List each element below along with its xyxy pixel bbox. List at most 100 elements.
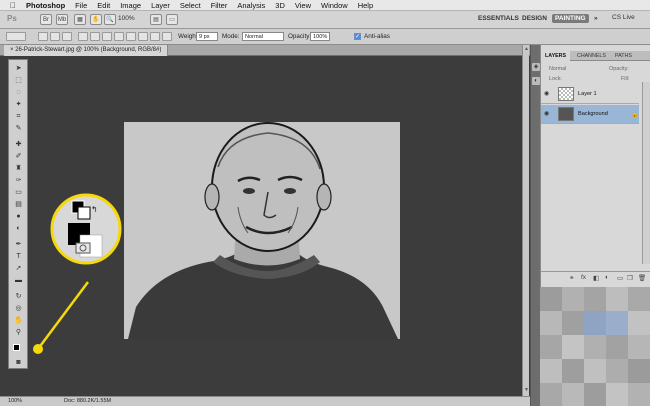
menu-select[interactable]: Select — [180, 1, 201, 10]
polygon-icon[interactable] — [138, 32, 148, 41]
layer-style-icon[interactable]: fx — [581, 274, 586, 281]
menu-window[interactable]: Window — [321, 1, 348, 10]
ellipse-icon[interactable] — [126, 32, 136, 41]
move-icon[interactable]: ➤ — [13, 64, 24, 73]
type-icon[interactable]: T — [13, 252, 24, 261]
opacity-label: Opacity: — [288, 33, 312, 40]
zoom-level-select[interactable]: 100% — [118, 15, 135, 22]
freeform-pen-icon[interactable] — [90, 32, 100, 41]
heal-icon[interactable]: ✚ — [13, 140, 24, 149]
cs-live-button[interactable]: CS Live — [612, 14, 635, 21]
lasso-icon[interactable]: ◌ — [13, 88, 24, 97]
3d-rotate-icon[interactable]: ↻ — [13, 292, 24, 301]
scroll-down-icon[interactable]: ▼ — [524, 388, 529, 393]
mini-background-swatch — [77, 206, 91, 220]
document-canvas-area[interactable]: ↰ — [28, 57, 522, 396]
menu-app-name[interactable]: Photoshop — [26, 1, 65, 10]
eye-icon[interactable]: ◉ — [544, 91, 552, 97]
scroll-up-icon[interactable]: ▲ — [524, 47, 529, 52]
marquee-icon[interactable]: ⬚ — [13, 76, 24, 85]
menu-file[interactable]: File — [75, 1, 87, 10]
menu-filter[interactable]: Filter — [211, 1, 228, 10]
brush-icon[interactable] — [6, 32, 26, 41]
layer-mask-icon[interactable]: ◧ — [593, 274, 599, 282]
fill-pixels-icon[interactable] — [62, 32, 72, 41]
menu-image[interactable]: Image — [120, 1, 141, 10]
blur-icon[interactable]: ● — [13, 212, 24, 221]
menu-edit[interactable]: Edit — [97, 1, 110, 10]
tab-channels[interactable]: CHANNELS — [573, 51, 610, 61]
eyedropper-icon[interactable]: ✎ — [13, 124, 24, 133]
layer-row[interactable]: ◉ Layer 1 — [541, 85, 639, 104]
document-tab[interactable]: × 26-Patrick-Stewart.jpg @ 100% (Backgro… — [4, 45, 169, 56]
panel-tabs: LAYERS CHANNELS PATHS — [541, 51, 650, 61]
rounded-rect-icon[interactable] — [114, 32, 124, 41]
blend-mode-select[interactable]: Normal — [549, 66, 566, 72]
status-zoom[interactable]: 100% — [8, 397, 22, 406]
application-bar: Ps Br Mb ▦ ✋ 🔍 100% ▤ ▭ ESSENTIALS DESIG… — [0, 11, 650, 29]
opacity-field[interactable]: 100% — [310, 32, 330, 41]
wand-icon[interactable]: ✦ — [13, 100, 24, 109]
arrange-documents-icon[interactable]: ▤ — [150, 14, 162, 25]
workspace-more[interactable]: » — [594, 15, 598, 22]
toolbox-foreground-swatch[interactable] — [13, 344, 20, 351]
eraser-icon[interactable]: ▭ — [13, 188, 24, 197]
path-select-icon[interactable]: ➚ — [13, 264, 24, 273]
workspace-essentials[interactable]: ESSENTIALS — [478, 15, 519, 22]
pen-option-icon[interactable] — [78, 32, 88, 41]
screen-mode-icon[interactable]: ▭ — [166, 14, 178, 25]
mode-label: Mode: — [222, 33, 240, 40]
menu-analysis[interactable]: Analysis — [237, 1, 265, 10]
dodge-icon[interactable]: ◐ — [13, 224, 24, 233]
apple-icon[interactable]:  — [10, 1, 18, 10]
navigator-dock-icon[interactable]: ◈ — [532, 63, 540, 71]
quickmask-icon[interactable]: ◙ — [13, 358, 24, 367]
adjustment-layer-icon[interactable]: ◐ — [605, 274, 609, 281]
new-group-icon[interactable]: ▭ — [617, 274, 623, 282]
menu-view[interactable]: View — [295, 1, 311, 10]
weight-field[interactable]: 9 px — [196, 32, 218, 41]
line-icon[interactable] — [150, 32, 160, 41]
custom-shape-icon[interactable] — [162, 32, 172, 41]
shape-layers-icon[interactable] — [38, 32, 48, 41]
shape-icon[interactable]: ▬ — [13, 276, 24, 285]
extras-icon[interactable]: ▦ — [74, 14, 86, 25]
minibridge-icon[interactable]: Mb — [56, 14, 68, 25]
workspace-painting[interactable]: PAINTING — [552, 14, 589, 23]
status-doc-size[interactable]: Doc: 880.2K/1.55M — [64, 397, 111, 406]
menu-help[interactable]: Help — [358, 1, 373, 10]
3d-camera-icon[interactable]: ◎ — [13, 304, 24, 313]
tab-close-icon[interactable]: × — [10, 47, 14, 53]
workspace-design[interactable]: DESIGN — [522, 15, 547, 22]
menu-layer[interactable]: Layer — [151, 1, 170, 10]
new-layer-icon[interactable]: ❐ — [627, 274, 633, 282]
paths-icon[interactable] — [50, 32, 60, 41]
stamp-icon[interactable]: ♜ — [13, 164, 24, 173]
eye-icon[interactable]: ◉ — [544, 111, 552, 117]
history-brush-icon[interactable]: ✑ — [13, 176, 24, 185]
brush-tool-icon[interactable]: ✐ — [13, 152, 24, 161]
options-bar: Weight: 9 px Mode: Normal Opacity: 100% … — [0, 29, 650, 45]
gradient-icon[interactable]: ▤ — [13, 200, 24, 209]
anti-alias-checkbox[interactable]: ✓ — [354, 33, 361, 40]
pen-icon[interactable]: ✒ — [13, 240, 24, 249]
link-layers-icon[interactable]: ⚭ — [569, 274, 574, 282]
menu-3d[interactable]: 3D — [275, 1, 285, 10]
mode-select[interactable]: Normal — [242, 32, 284, 41]
layer-row[interactable]: ◉ Background 🔒 — [541, 105, 639, 124]
fill-label: Fill: — [621, 76, 630, 82]
crop-icon[interactable]: ⌗ — [13, 112, 24, 121]
adjustments-dock-icon[interactable]: ◐ — [532, 77, 540, 85]
layers-footer: ⚭ fx ◧ ◐ ▭ ❐ 🗑 — [541, 271, 650, 283]
rectangle-icon[interactable] — [102, 32, 112, 41]
hand-icon[interactable]: ✋ — [13, 316, 24, 325]
layers-scrollbar[interactable] — [642, 82, 650, 264]
tab-layers[interactable]: LAYERS — [541, 51, 570, 61]
tab-paths[interactable]: PATHS — [611, 51, 636, 61]
bridge-icon[interactable]: Br — [40, 14, 52, 25]
zoom-tool-icon[interactable]: 🔍 — [104, 14, 116, 25]
delete-layer-icon[interactable]: 🗑 — [638, 274, 646, 282]
canvas-vertical-scrollbar[interactable]: ▲ ▼ — [522, 45, 529, 396]
hand-tool-icon[interactable]: ✋ — [90, 14, 102, 25]
zoom-icon[interactable]: ⚲ — [13, 328, 24, 337]
